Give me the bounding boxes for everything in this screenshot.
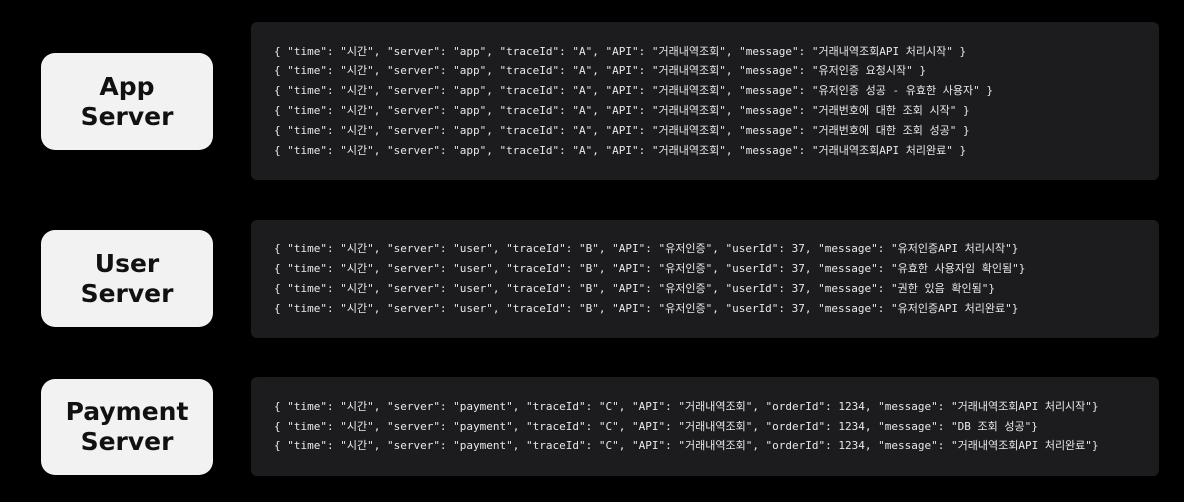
app-server-label: App Server: [41, 53, 213, 150]
user-server-label: User Server: [41, 230, 213, 327]
log-line: { "time": "시간", "server": "app", "traceI…: [274, 123, 970, 137]
app-server-log-panel: { "time": "시간", "server": "app", "traceI…: [251, 22, 1159, 180]
log-line: { "time": "시간", "server": "app", "traceI…: [274, 104, 970, 117]
user-server-log-panel: { "time": "시간", "server": "user", "trace…: [251, 220, 1159, 338]
app-server-label-line2: Server: [80, 101, 174, 131]
log-line: { "time": "시간", "server": "app", "traceI…: [274, 143, 967, 157]
log-line: { "time": "시간", "server": "payment", "tr…: [274, 399, 1099, 413]
log-line: { "time": "시간", "server": "user", "trace…: [274, 242, 1019, 256]
user-server-label-line2: Server: [80, 278, 174, 308]
log-line: { "time": "시간", "server": "user", "trace…: [274, 262, 1026, 276]
log-line: { "time": "시간", "server": "user", "trace…: [274, 301, 1019, 315]
log-line: { "time": "시간", "server": "user", "trace…: [274, 282, 995, 295]
user-server-label-line1: User: [94, 248, 160, 278]
payment-server-log-panel: { "time": "시간", "server": "payment", "tr…: [251, 377, 1159, 476]
log-line: { "time": "시간", "server": "app", "traceI…: [274, 64, 926, 78]
app-server-label-line1: App: [99, 71, 155, 101]
log-line: { "time": "시간", "server": "app", "traceI…: [274, 44, 967, 58]
log-line: { "time": "시간", "server": "payment", "tr…: [274, 439, 1099, 453]
payment-server-label: Payment Server: [41, 379, 213, 475]
log-line: { "time": "시간", "server": "payment", "tr…: [274, 419, 1038, 433]
log-line: { "time": "시간", "server": "app", "traceI…: [274, 84, 993, 98]
payment-server-label-line2: Server: [80, 427, 174, 456]
payment-server-label-line1: Payment: [65, 397, 189, 426]
